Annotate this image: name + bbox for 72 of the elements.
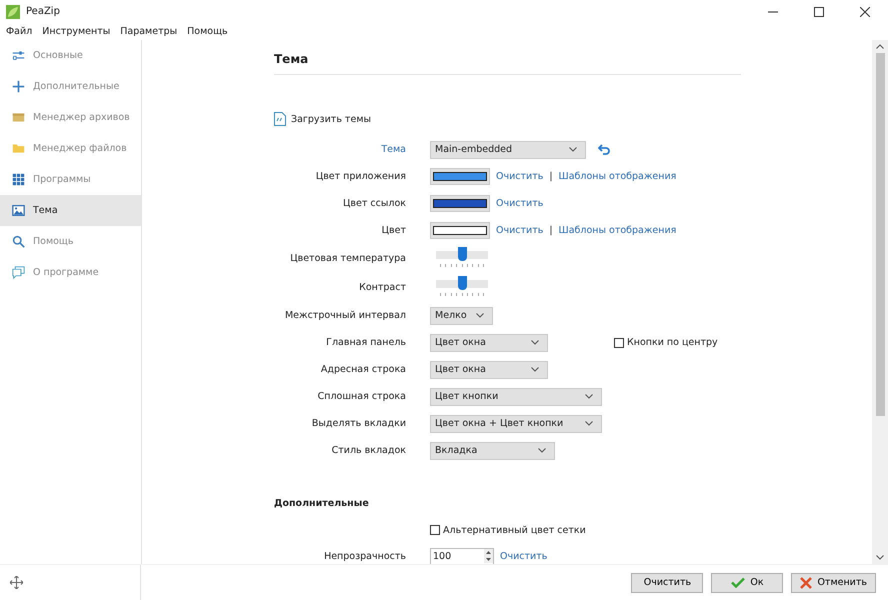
color-button[interactable]: [430, 222, 490, 239]
field-label: Цвет: [382, 225, 406, 236]
dropdown[interactable]: Цвет кнопки: [430, 388, 602, 406]
checkbox[interactable]: Альтернативный цвет сетки: [430, 524, 586, 536]
field-label: Адресная строка: [320, 364, 406, 375]
field-label: Сплошная строка: [318, 391, 406, 402]
menu-item[interactable]: Файл: [6, 26, 32, 37]
link[interactable]: Очистить: [496, 198, 544, 209]
separator: |: [549, 225, 553, 236]
menu-item[interactable]: Инструменты: [42, 26, 110, 37]
dropdown[interactable]: Мелко: [430, 306, 493, 324]
scroll-up-icon[interactable]: [876, 44, 884, 49]
link[interactable]: Шаблоны отображения: [558, 171, 676, 182]
page-title: Тема: [274, 52, 310, 68]
chevron-down-icon: [531, 340, 539, 345]
chevron-down-icon: [585, 394, 593, 399]
ok-button[interactable]: Ок: [711, 572, 784, 592]
maximize-icon[interactable]: [814, 6, 824, 16]
color-button[interactable]: [430, 168, 490, 185]
field-label: Выделять вкладки: [312, 418, 406, 429]
load-themes-link[interactable]: Загрузить темы: [274, 112, 371, 126]
sliders-icon: [12, 49, 25, 62]
color-button[interactable]: [430, 195, 490, 212]
search-icon: [12, 235, 25, 248]
field-label: Цветовая температура: [290, 253, 406, 264]
grid-icon: [12, 173, 25, 186]
dropdown[interactable]: Цвет окна: [430, 334, 548, 352]
separator: |: [549, 171, 553, 182]
field-label: Контраст: [359, 282, 406, 293]
image-icon: [12, 204, 25, 217]
chevron-down-icon: [538, 448, 546, 453]
link[interactable]: Шаблоны отображения: [558, 225, 676, 236]
link[interactable]: Очистить: [496, 225, 544, 236]
dropdown[interactable]: Main-embedded: [430, 140, 586, 158]
chevron-down-icon: [569, 147, 577, 152]
field-label[interactable]: Тема: [381, 144, 406, 155]
plus-icon: [12, 80, 25, 93]
chevron-down-icon: [476, 313, 484, 318]
menu-item[interactable]: Параметры: [120, 26, 178, 37]
dropdown[interactable]: Цвет окна: [430, 360, 548, 378]
sidebar-item[interactable]: Тема: [0, 195, 141, 226]
field-label: Цвет ссылок: [343, 198, 406, 209]
move-icon[interactable]: [10, 576, 23, 589]
chevron-down-icon: [585, 421, 593, 426]
chat-icon: [12, 266, 25, 279]
section-title: Дополнительные: [274, 498, 370, 511]
chevron-down-icon: [531, 367, 539, 372]
window-title: PeaZip: [26, 6, 60, 17]
number-field[interactable]: 100: [430, 548, 494, 564]
field-label: Межстрочный интервал: [284, 310, 406, 321]
undo-icon[interactable]: [598, 144, 610, 155]
dropdown[interactable]: Вкладка: [430, 442, 555, 460]
scroll-thumb[interactable]: [876, 53, 884, 416]
dropdown[interactable]: Цвет окна + Цвет кнопки: [430, 414, 602, 432]
link[interactable]: Очистить: [496, 171, 544, 182]
checkmark-icon: [731, 577, 746, 588]
folder-icon: [12, 142, 25, 155]
scroll-down-icon[interactable]: [876, 555, 884, 560]
leaf-icon: [6, 4, 20, 18]
checkbox[interactable]: Кнопки по центру: [614, 337, 718, 348]
clear-button[interactable]: Очистить: [631, 572, 704, 592]
file-icon: [274, 112, 286, 126]
field-label: Главная панель: [326, 337, 406, 348]
field-label: Непрозрачность: [324, 550, 406, 562]
menu-item[interactable]: Помощь: [187, 26, 228, 37]
close-icon[interactable]: [860, 6, 870, 16]
field-label: Цвет приложения: [316, 171, 406, 182]
link[interactable]: Очистить: [500, 550, 548, 562]
cancel-button[interactable]: Отменить: [791, 572, 876, 592]
box-icon: [12, 111, 25, 124]
field-label: Стиль вкладок: [332, 445, 406, 456]
close-icon: [800, 576, 812, 588]
